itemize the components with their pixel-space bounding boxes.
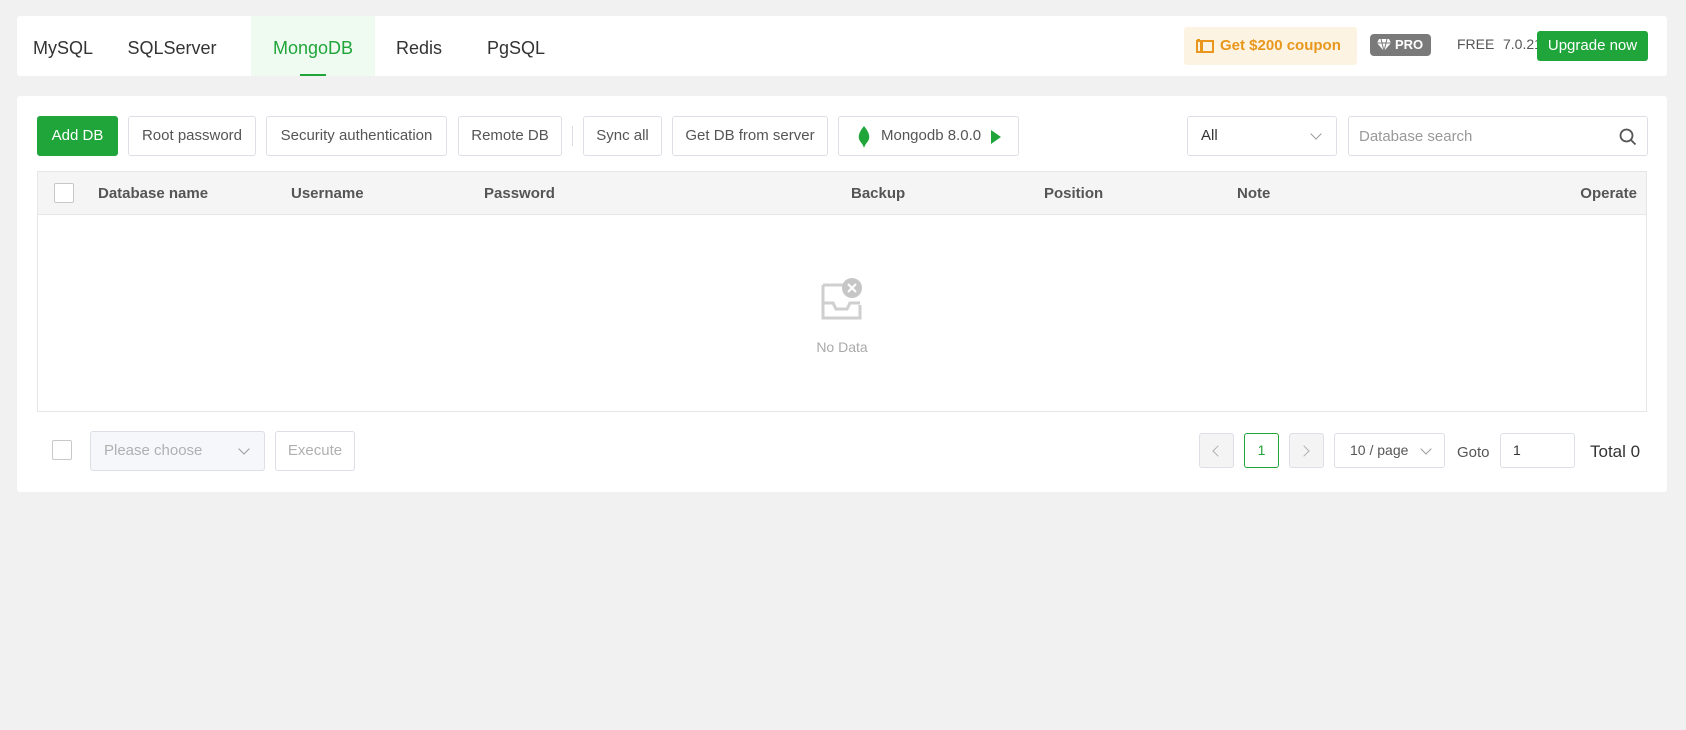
chevron-left-icon bbox=[1212, 445, 1224, 457]
column-operate: Operate bbox=[1580, 185, 1637, 202]
tab-mysql[interactable]: MySQL bbox=[17, 16, 109, 76]
select-all-checkbox[interactable] bbox=[54, 183, 74, 203]
button-label: Root password bbox=[141, 127, 243, 144]
tab-label: MongoDB bbox=[272, 38, 354, 58]
add-db-button[interactable]: Add DB bbox=[37, 116, 118, 156]
column-note: Note bbox=[1237, 185, 1271, 202]
button-label: Add DB bbox=[51, 127, 104, 144]
tab-redis[interactable]: Redis bbox=[382, 16, 456, 76]
toolbar-divider bbox=[572, 126, 573, 146]
tab-label: SQLServer bbox=[127, 38, 217, 58]
coupon-icon bbox=[1196, 39, 1214, 53]
button-label: Execute bbox=[287, 442, 343, 459]
tab-mongodb[interactable]: MongoDB bbox=[251, 16, 375, 76]
page-number-current[interactable]: 1 bbox=[1244, 433, 1279, 468]
batch-operation-select[interactable]: Please choose bbox=[90, 431, 265, 471]
batch-placeholder: Please choose bbox=[104, 442, 203, 459]
goto-value: 1 bbox=[1513, 442, 1521, 458]
tab-label: MySQL bbox=[32, 38, 93, 58]
security-authentication-button[interactable]: Security authentication bbox=[266, 116, 447, 156]
play-icon bbox=[991, 130, 1001, 144]
column-backup: Backup bbox=[851, 185, 906, 202]
diamond-icon bbox=[1377, 38, 1391, 52]
filter-select[interactable]: All bbox=[1187, 116, 1337, 156]
button-label: Security authentication bbox=[280, 127, 433, 144]
chevron-down-icon bbox=[238, 443, 250, 455]
filter-value: All bbox=[1201, 127, 1218, 144]
column-username: Username bbox=[291, 185, 364, 202]
mongodb-service-button[interactable]: Mongodb 8.0.0 bbox=[838, 116, 1019, 156]
search-input[interactable] bbox=[1350, 118, 1600, 154]
coupon-label: Get $200 coupon bbox=[1220, 37, 1341, 54]
database-table: Database name Username Password Backup P… bbox=[37, 171, 1647, 412]
mongodb-version-label: Mongodb 8.0.0 bbox=[881, 127, 982, 144]
database-search bbox=[1348, 116, 1648, 156]
batch-select-checkbox[interactable] bbox=[52, 440, 72, 460]
coupon-button[interactable]: Get $200 coupon bbox=[1184, 27, 1357, 65]
root-password-button[interactable]: Root password bbox=[128, 116, 256, 156]
page-number: 1 bbox=[1257, 442, 1266, 458]
plan-label: FREE bbox=[1457, 36, 1495, 52]
empty-inbox-icon bbox=[821, 278, 862, 320]
button-label: Remote DB bbox=[471, 127, 549, 144]
next-page-button[interactable] bbox=[1289, 433, 1324, 468]
database-panel: Add DB Root password Security authentica… bbox=[17, 96, 1667, 492]
column-password: Password bbox=[484, 185, 555, 202]
tab-label: Redis bbox=[395, 38, 443, 58]
tab-sqlserver[interactable]: SQLServer bbox=[109, 16, 235, 76]
chevron-right-icon bbox=[1298, 445, 1310, 457]
page-size-label: 10 / page bbox=[1350, 442, 1409, 458]
goto-label: Goto bbox=[1457, 444, 1490, 461]
table-header: Database name Username Password Backup P… bbox=[38, 172, 1646, 215]
column-position: Position bbox=[1044, 185, 1104, 202]
sync-all-button[interactable]: Sync all bbox=[583, 116, 662, 156]
tab-label: PgSQL bbox=[486, 38, 546, 58]
pro-label: PRO bbox=[1395, 37, 1424, 52]
chevron-down-icon bbox=[1420, 443, 1432, 455]
execute-button[interactable]: Execute bbox=[275, 431, 355, 471]
total-count: Total 0 bbox=[1590, 442, 1641, 461]
button-label: Sync all bbox=[596, 127, 649, 144]
page-size-select[interactable]: 10 / page bbox=[1334, 433, 1445, 468]
search-icon[interactable] bbox=[1619, 128, 1637, 146]
pro-badge: PRO bbox=[1370, 34, 1431, 56]
empty-state: No Data bbox=[38, 215, 1646, 411]
upgrade-button[interactable]: Upgrade now bbox=[1537, 31, 1648, 61]
button-label: Get DB from server bbox=[685, 127, 815, 144]
tab-pgsql[interactable]: PgSQL bbox=[477, 16, 555, 76]
database-type-tabs: MySQL SQLServer MongoDB Redis PgSQL Get … bbox=[17, 16, 1667, 76]
chevron-down-icon bbox=[1310, 128, 1322, 140]
get-db-from-server-button[interactable]: Get DB from server bbox=[672, 116, 828, 156]
upgrade-label: Upgrade now bbox=[1547, 37, 1638, 54]
empty-text: No Data bbox=[816, 339, 868, 355]
active-tab-indicator bbox=[300, 74, 326, 76]
remote-db-button[interactable]: Remote DB bbox=[458, 116, 562, 156]
goto-page-input[interactable]: 1 bbox=[1500, 433, 1575, 468]
prev-page-button[interactable] bbox=[1199, 433, 1234, 468]
mongodb-leaf-icon bbox=[858, 126, 870, 148]
column-database-name: Database name bbox=[98, 185, 209, 202]
